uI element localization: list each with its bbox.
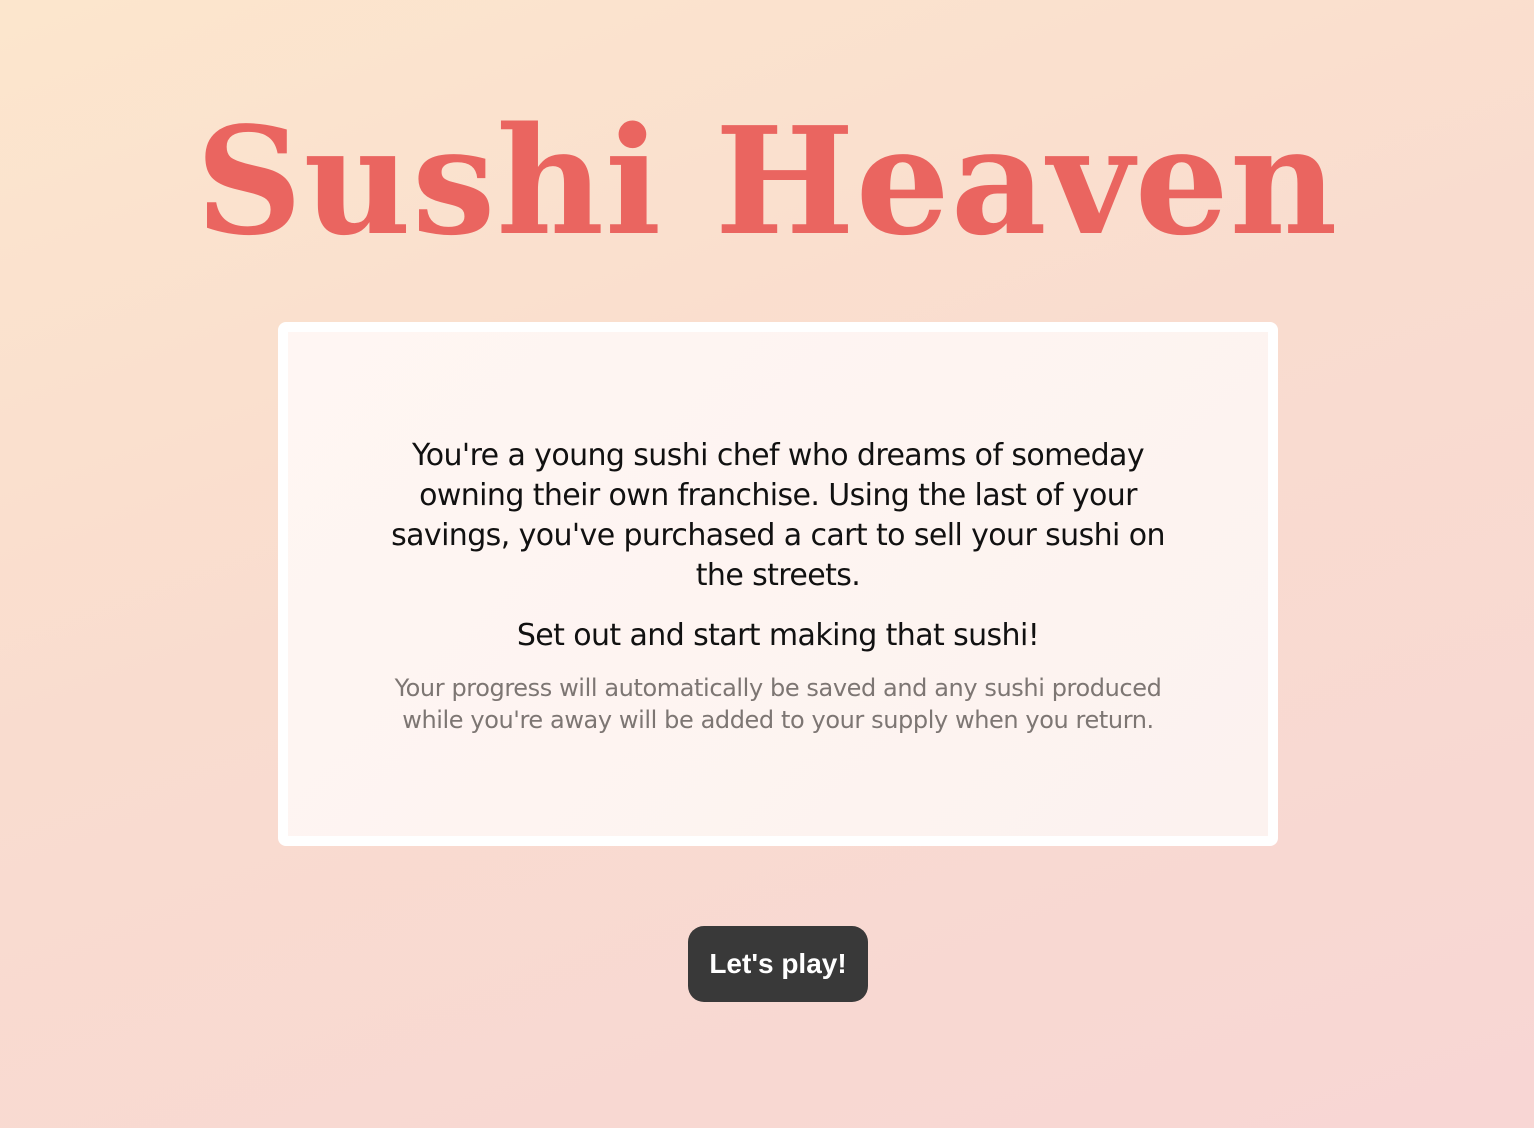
autosave-note: Your progress will automatically be save… <box>394 674 1162 734</box>
call-to-action-text: Set out and start making that sushi! <box>516 618 1040 653</box>
game-title: Sushi Heaven <box>195 94 1339 268</box>
intro-card-content: You're a young sushi chef who dreams of … <box>388 436 1168 736</box>
intro-paragraph: You're a young sushi chef who dreams of … <box>391 438 1165 593</box>
play-button[interactable]: Let's play! <box>688 926 868 1002</box>
intro-card: You're a young sushi chef who dreams of … <box>278 322 1278 846</box>
